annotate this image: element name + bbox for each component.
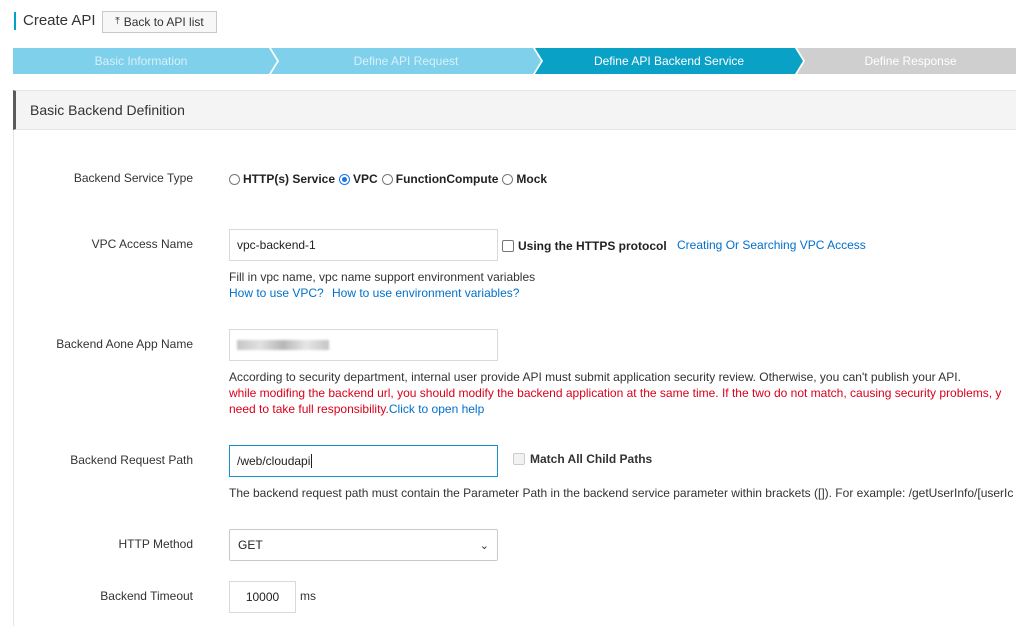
back-button-label: Back to API list xyxy=(123,15,204,29)
aone-warning-text: need to take full responsibility. xyxy=(229,402,389,416)
radio-mock[interactable]: Mock xyxy=(502,172,547,186)
service-type-label: Backend Service Type xyxy=(73,171,193,185)
match-all-child-paths-checkbox[interactable]: Match All Child Paths xyxy=(513,452,652,466)
radio-function-compute[interactable]: FunctionCompute xyxy=(381,172,499,186)
backend-timeout-label: Backend Timeout xyxy=(100,589,193,603)
step-define-api-request[interactable]: Define API Request xyxy=(279,48,533,74)
vpc-access-name-value: vpc-backend-1 xyxy=(237,238,316,252)
radio-circle-selected xyxy=(339,173,351,185)
http-method-select[interactable]: GET ⌄ xyxy=(229,529,498,561)
http-method-label: HTTP Method xyxy=(118,537,193,551)
backend-request-path-input[interactable]: /web/cloudapi xyxy=(229,445,498,477)
step-basic-information[interactable]: Basic Information xyxy=(13,48,269,74)
aone-app-name-label: Backend Aone App Name xyxy=(56,337,193,351)
https-protocol-label: Using the HTTPS protocol xyxy=(518,239,667,253)
request-path-help-text: The backend request path must contain th… xyxy=(229,486,1014,500)
chevron-down-icon: ⌄ xyxy=(479,539,489,552)
vpc-access-name-label: VPC Access Name xyxy=(91,237,193,251)
checkbox-box xyxy=(513,453,525,465)
radio-label: VPC xyxy=(353,172,378,186)
backend-timeout-input[interactable]: 10000 xyxy=(229,581,296,613)
aone-help-text: According to security department, intern… xyxy=(229,370,961,384)
radio-circle xyxy=(502,173,514,185)
radio-vpc[interactable]: VPC xyxy=(339,172,378,186)
checkbox-box xyxy=(502,240,514,252)
step-define-response[interactable]: Define Response xyxy=(805,48,1016,74)
upload-arrow-icon: ⤒ xyxy=(115,16,120,27)
text-cursor xyxy=(311,454,313,468)
how-to-use-env-vars-link[interactable]: How to use environment variables? xyxy=(332,286,519,300)
radio-circle xyxy=(229,173,240,185)
title-accent-bar xyxy=(14,12,16,30)
aone-app-name-input[interactable] xyxy=(229,329,498,361)
section-title: Basic Backend Definition xyxy=(30,102,185,118)
service-type-radio-group: HTTP(s) Service VPC FunctionCompute Mock xyxy=(229,172,547,186)
radio-label: HTTP(s) Service xyxy=(243,172,336,186)
click-to-open-help-link[interactable]: Click to open help xyxy=(389,402,484,416)
back-to-api-list-button[interactable]: ⤒ Back to API list xyxy=(102,11,217,33)
aone-warning-line-1: while modifing the backend url, you shou… xyxy=(229,386,1002,400)
timeout-unit: ms xyxy=(300,589,316,603)
vpc-help-text: Fill in vpc name, vpc name support envir… xyxy=(229,270,536,284)
creating-searching-vpc-access-link[interactable]: Creating Or Searching VPC Access xyxy=(677,238,866,252)
redacted-value xyxy=(237,340,329,350)
backend-request-path-value: /web/cloudapi xyxy=(237,454,311,468)
vpc-access-name-input[interactable]: vpc-backend-1 xyxy=(229,229,498,261)
step-progress-bar: Basic Information Define API Request Def… xyxy=(13,48,1016,74)
aone-warning-line-2: need to take full responsibility.Click t… xyxy=(229,402,484,416)
match-all-child-paths-label: Match All Child Paths xyxy=(530,452,653,466)
how-to-use-vpc-link[interactable]: How to use VPC? xyxy=(229,286,324,300)
page-title: Create API xyxy=(23,12,96,29)
radio-label: Mock xyxy=(516,172,548,186)
radio-label: FunctionCompute xyxy=(395,172,499,186)
https-protocol-checkbox[interactable]: Using the HTTPS protocol xyxy=(502,239,667,253)
backend-timeout-value: 10000 xyxy=(245,590,280,604)
http-method-value: GET xyxy=(238,538,263,552)
backend-request-path-label: Backend Request Path xyxy=(70,453,193,467)
radio-http-service[interactable]: HTTP(s) Service xyxy=(229,172,335,186)
step-define-api-backend-service[interactable]: Define API Backend Service xyxy=(543,48,795,74)
radio-circle xyxy=(381,173,393,185)
